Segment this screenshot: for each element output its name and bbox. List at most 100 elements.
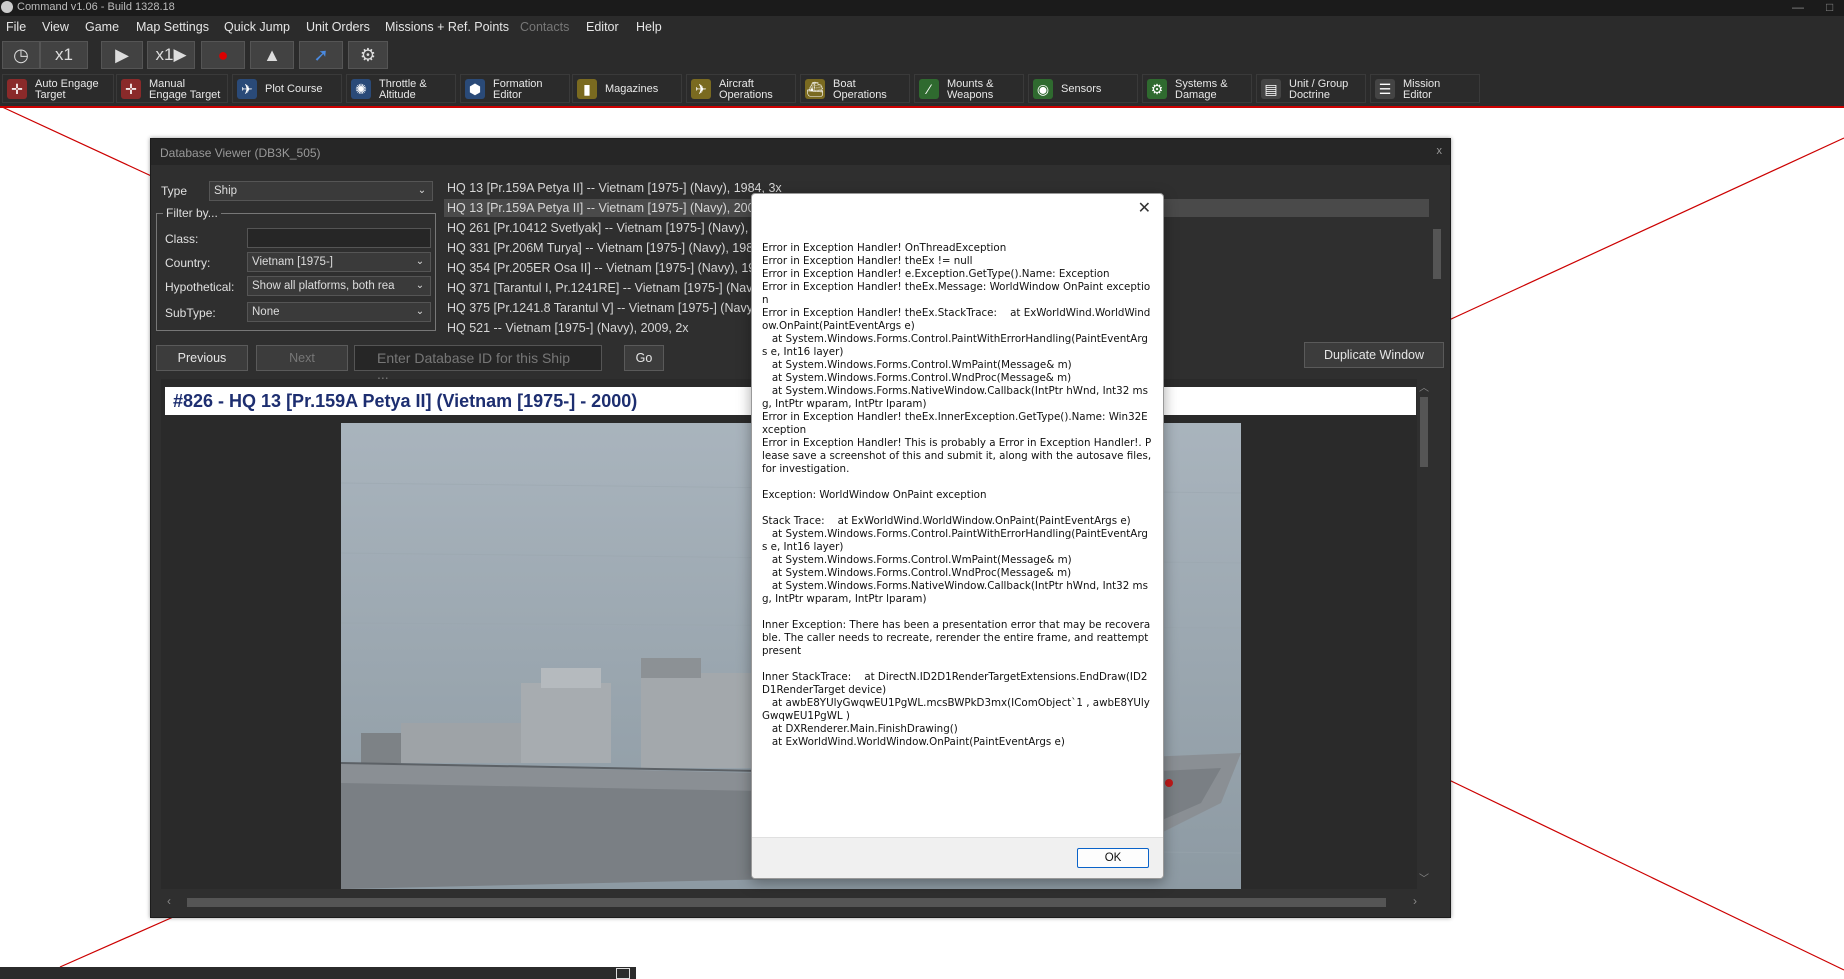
menu-game[interactable]: Game xyxy=(85,20,119,34)
list-scrollbar-thumb[interactable] xyxy=(1433,229,1441,279)
menu-contacts[interactable]: Contacts xyxy=(520,20,569,34)
magazines-label: Magazines xyxy=(605,83,659,95)
aircraft-operations-label: Aircraft Operations xyxy=(719,78,773,101)
play-icon[interactable]: ▶ xyxy=(101,41,143,69)
doctrine-icon: ▤ xyxy=(1261,79,1281,99)
unit-group-doctrine-label: Unit / Group Doctrine xyxy=(1289,78,1349,101)
database-id-input[interactable]: Enter Database ID for this Ship ... xyxy=(354,345,602,382)
menu-map-settings[interactable]: Map Settings xyxy=(136,20,209,34)
country-select-value: Vietnam [1975-] xyxy=(252,256,333,268)
time-compression-button[interactable]: x1▶ xyxy=(147,41,195,69)
compression-value: x1 xyxy=(155,45,174,64)
chevron-right-icon[interactable]: › xyxy=(1413,894,1417,908)
formation-editor-label: Formation Editor xyxy=(493,78,543,101)
chevron-down-icon: ⌄ xyxy=(410,253,430,271)
error-dialog: ✕ Error in Exception Handler! OnThreadEx… xyxy=(751,193,1164,879)
mounts-weapons-button[interactable]: ⁄ Mounts & Weapons xyxy=(914,74,1024,103)
boat-operations-button[interactable]: ⛴ Boat Operations xyxy=(800,74,910,103)
weapons-icon: ⁄ xyxy=(919,79,939,99)
mounts-weapons-label: Mounts & Weapons xyxy=(947,78,994,101)
settings-gear-icon[interactable]: ⚙ xyxy=(348,41,388,69)
list-scrollbar[interactable] xyxy=(1431,179,1443,339)
maximize-icon[interactable]: □ xyxy=(1826,0,1833,14)
close-icon[interactable]: x xyxy=(1437,145,1443,157)
bottom-panel xyxy=(0,967,636,979)
app-icon xyxy=(1,1,13,13)
menu-editor[interactable]: Editor xyxy=(586,20,619,34)
error-message: Error in Exception Handler! OnThreadExce… xyxy=(762,242,1152,748)
dialog-footer: OK xyxy=(752,837,1163,878)
subtype-select-value: None xyxy=(252,306,280,318)
manual-engage-target-label: Manual Engage Target xyxy=(149,78,221,101)
subtype-select[interactable]: None ⌄ xyxy=(247,302,431,322)
menu-bar: File View Game Map Settings Quick Jump U… xyxy=(0,16,1844,38)
menu-help[interactable]: Help xyxy=(636,20,662,34)
sensors-button[interactable]: ◉ Sensors xyxy=(1028,74,1138,103)
mission-icon: ☰ xyxy=(1375,79,1395,99)
boat-icon: ⛴ xyxy=(805,79,825,99)
plot-course-button[interactable]: ✈ Plot Course xyxy=(232,74,342,103)
menu-file[interactable]: File xyxy=(6,20,26,34)
systems-damage-label: Systems & Damage xyxy=(1175,78,1228,101)
mission-editor-button[interactable]: ☰ Mission Editor xyxy=(1370,74,1480,103)
menu-missions[interactable]: Missions + Ref. Points xyxy=(385,20,509,34)
chevron-down-icon: ⌄ xyxy=(412,182,432,200)
auto-engage-target-label: Auto Engage Target xyxy=(35,78,99,101)
go-button[interactable]: Go xyxy=(624,345,664,371)
hypothetical-select-value: Show all platforms, both rea xyxy=(252,280,395,292)
hypothetical-select[interactable]: Show all platforms, both rea ⌄ xyxy=(247,276,431,296)
crosshair-icon: ✛ xyxy=(121,79,141,99)
chevron-down-icon: ⌄ xyxy=(410,303,430,321)
class-input[interactable] xyxy=(247,228,431,248)
clock-icon[interactable]: ◷ xyxy=(2,41,40,69)
chevron-down-icon[interactable]: ﹀ xyxy=(1419,870,1429,885)
menu-unit-orders[interactable]: Unit Orders xyxy=(306,20,370,34)
gear-icon: ⚙ xyxy=(1147,79,1167,99)
formation-icon: ⬢ xyxy=(465,79,485,99)
chevron-left-icon[interactable]: ‹ xyxy=(167,894,171,908)
record-icon[interactable]: ● xyxy=(201,41,245,69)
next-button[interactable]: Next xyxy=(256,345,348,371)
throttle-icon: ✺ xyxy=(351,79,371,99)
menu-quick-jump[interactable]: Quick Jump xyxy=(224,20,290,34)
boat-operations-label: Boat Operations xyxy=(833,78,887,101)
horizontal-scrollbar-thumb[interactable] xyxy=(187,898,1386,907)
title-bar: Command v1.06 - Build 1328.18 — □ xyxy=(0,0,1844,16)
throttle-altitude-button[interactable]: ✺ Throttle & Altitude xyxy=(346,74,456,103)
horizontal-scrollbar[interactable]: ‹ › xyxy=(161,894,1431,909)
function-bar: ✛ Auto Engage Target ✛ Manual Engage Tar… xyxy=(0,72,1844,108)
magazine-icon: ▮ xyxy=(577,79,597,99)
course-icon: ✈ xyxy=(237,79,257,99)
type-label: Type xyxy=(161,184,188,198)
magazines-button[interactable]: ▮ Magazines xyxy=(572,74,682,103)
auto-engage-target-button[interactable]: ✛ Auto Engage Target xyxy=(2,74,114,103)
duplicate-window-button[interactable]: Duplicate Window xyxy=(1304,342,1444,368)
chevron-up-icon[interactable]: ︿ xyxy=(1419,379,1429,394)
formation-editor-button[interactable]: ⬢ Formation Editor xyxy=(460,74,570,103)
panel-toggle-icon[interactable] xyxy=(616,968,630,979)
close-icon[interactable]: ✕ xyxy=(1138,198,1151,218)
detail-scrollbar-thumb[interactable] xyxy=(1420,397,1428,467)
chevron-down-icon: ⌄ xyxy=(410,277,430,295)
crosshair-icon: ✛ xyxy=(7,79,27,99)
minimize-icon[interactable]: — xyxy=(1792,0,1804,14)
landing-icon[interactable]: ▲ xyxy=(250,41,294,69)
pointer-icon[interactable]: ➚ xyxy=(299,41,343,69)
country-select[interactable]: Vietnam [1975-] ⌄ xyxy=(247,252,431,272)
menu-view[interactable]: View xyxy=(42,20,69,34)
type-select[interactable]: Ship ⌄ xyxy=(209,181,433,201)
systems-damage-button[interactable]: ⚙ Systems & Damage xyxy=(1142,74,1252,103)
country-label: Country: xyxy=(165,256,211,270)
unit-group-doctrine-button[interactable]: ▤ Unit / Group Doctrine xyxy=(1256,74,1366,103)
database-viewer-titlebar: Database Viewer (DB3K_505) x xyxy=(151,139,1450,165)
ok-button[interactable]: OK xyxy=(1077,848,1149,868)
sensors-label: Sensors xyxy=(1061,83,1102,95)
detail-scrollbar[interactable]: ︿ ﹀ xyxy=(1417,379,1431,889)
clock-speed-button[interactable]: x1 xyxy=(40,41,88,69)
sim-control-bar: ◷ x1 ▶ x1▶ ● ▲ ➚ ⚙ xyxy=(0,38,1844,72)
previous-button[interactable]: Previous xyxy=(156,345,248,371)
aircraft-operations-button[interactable]: ✈ Aircraft Operations xyxy=(686,74,796,103)
manual-engage-target-button[interactable]: ✛ Manual Engage Target xyxy=(116,74,228,103)
filter-group-label: Filter by... xyxy=(163,206,221,220)
database-viewer-title: Database Viewer (DB3K_505) xyxy=(160,146,321,160)
